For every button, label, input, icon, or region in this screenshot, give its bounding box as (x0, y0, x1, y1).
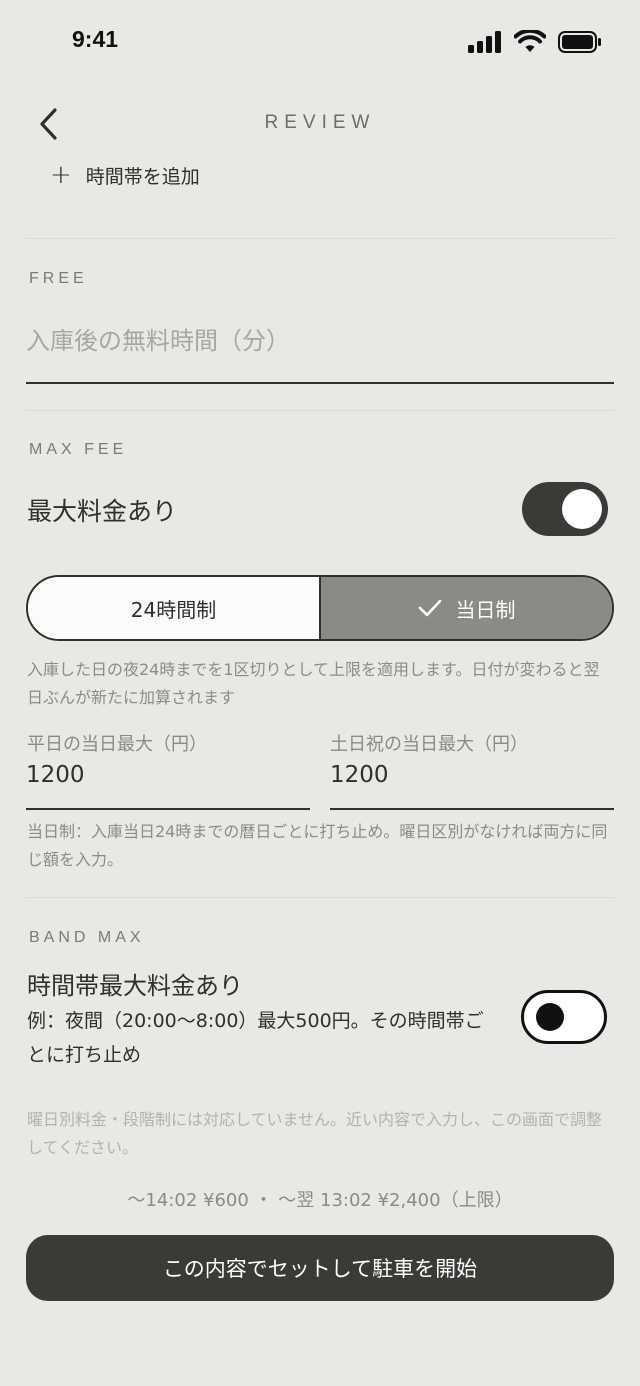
status-bar: 9:41 (0, 0, 640, 84)
add-time-slot-button[interactable]: + 時間帯を追加 (50, 160, 200, 190)
free-minutes-input[interactable] (26, 316, 614, 364)
status-icons (468, 30, 602, 54)
free-section-label: FREE (29, 270, 88, 287)
header: REVIEW (0, 96, 640, 152)
free-minutes-field[interactable] (26, 316, 614, 384)
wifi-icon (514, 30, 546, 52)
weekday-max-value[interactable]: 1200 (26, 758, 310, 788)
battery-icon (558, 31, 601, 53)
weekday-max-label: 平日の当日最大（円） (27, 734, 207, 755)
weekday-max-field[interactable]: 1200 (26, 758, 310, 810)
max-fee-help-text: 入庫した日の夜24時までを1区切りとして上限を適用します。日付が変わると翌日ぶん… (27, 660, 600, 707)
band-max-title: 時間帯最大料金あり (27, 972, 243, 1000)
holiday-max-field[interactable]: 1200 (330, 758, 614, 810)
holiday-max-value[interactable]: 1200 (330, 758, 614, 788)
signal-icon (468, 31, 501, 53)
segment-24h-label: 24時間制 (130, 597, 217, 622)
divider (26, 238, 614, 239)
page-title: REVIEW (264, 112, 376, 133)
add-time-slot-label: 時間帯を追加 (85, 165, 200, 188)
divider (26, 410, 614, 411)
segment-same-day-label: 当日制 (455, 597, 516, 622)
holiday-max-label: 土日祝の当日最大（円） (330, 734, 528, 755)
band-max-description: 例：夜間（20:00〜8:00）最大500円。その時間帯ごとに打ち止め (27, 1010, 484, 1066)
toggle-knob (562, 489, 602, 529)
plus-icon: + (50, 160, 72, 190)
band-max-section-label: BAND MAX (29, 929, 145, 946)
start-parking-button-label: この内容でセットして駐車を開始 (162, 1257, 478, 1281)
segment-24h[interactable]: 24時間制 (28, 577, 321, 639)
divider (26, 897, 614, 898)
fee-summary: 〜14:02 ¥600 ・ 〜翌 13:02 ¥2,400（上限） (127, 1190, 513, 1211)
max-fee-section-label: MAX FEE (29, 441, 128, 458)
status-time: 9:41 (72, 26, 119, 52)
checkmark-icon (418, 599, 441, 617)
max-fee-toggle[interactable] (522, 482, 608, 536)
segment-same-day[interactable]: 当日制 (321, 577, 612, 639)
toggle-knob (536, 1003, 564, 1031)
max-fee-mode-segmented-control: 24時間制 当日制 (26, 575, 614, 641)
start-parking-button[interactable]: この内容でセットして駐車を開始 (26, 1235, 614, 1301)
max-fee-toggle-label: 最大料金あり (27, 497, 178, 526)
footer-note: 曜日別料金・段階制には対応していません。近い内容で入力し、この画面で調整してくだ… (27, 1110, 603, 1157)
same-day-note: 当日制：入庫当日24時までの暦日ごとに打ち止め。曜日区別がなければ両方に同じ額を… (27, 822, 608, 869)
band-max-toggle[interactable] (521, 990, 607, 1044)
